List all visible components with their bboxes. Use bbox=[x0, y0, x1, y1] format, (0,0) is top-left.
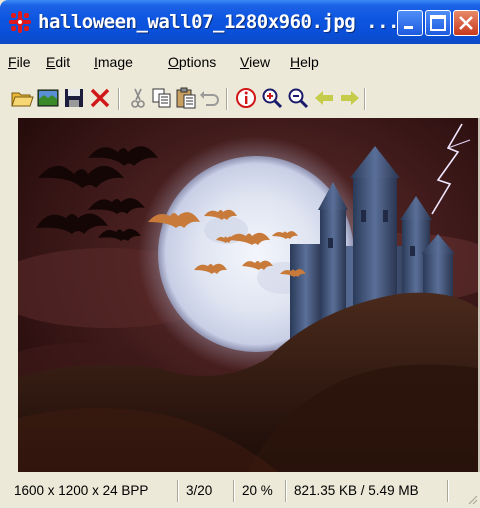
minimize-icon bbox=[404, 26, 413, 29]
zoom-out-icon[interactable] bbox=[286, 86, 310, 110]
previous-icon[interactable] bbox=[312, 86, 336, 110]
paste-icon[interactable] bbox=[174, 86, 198, 110]
status-filesize: 821.35 KB / 5.49 MB bbox=[288, 480, 448, 502]
status-zoom: 20 % bbox=[236, 480, 286, 502]
toolbar-separator bbox=[118, 88, 120, 110]
menu-help[interactable]: Help bbox=[290, 54, 319, 70]
toolbar-separator bbox=[364, 88, 366, 110]
menu-options[interactable]: Options bbox=[168, 54, 216, 70]
title-bar[interactable]: halloween_wall07_1280x960.jpg ... bbox=[0, 0, 480, 44]
status-dimensions: 1600 x 1200 x 24 BPP bbox=[8, 480, 178, 502]
maximize-button[interactable] bbox=[425, 10, 451, 36]
status-index: 3/20 bbox=[180, 480, 234, 502]
thumbnails-icon[interactable] bbox=[36, 86, 60, 110]
zoom-in-icon[interactable] bbox=[260, 86, 284, 110]
menu-bar: File Edit Image Options View Help bbox=[0, 50, 480, 74]
menu-file[interactable]: File bbox=[8, 54, 31, 70]
app-icon bbox=[9, 11, 31, 33]
image-viewport[interactable] bbox=[18, 118, 478, 472]
close-button[interactable] bbox=[453, 10, 479, 36]
cut-icon[interactable] bbox=[126, 86, 150, 110]
delete-icon[interactable] bbox=[88, 86, 112, 110]
minimize-button[interactable] bbox=[397, 10, 423, 36]
app-window: halloween_wall07_1280x960.jpg ... File E… bbox=[0, 0, 480, 508]
toolbar bbox=[0, 80, 480, 116]
menu-view[interactable]: View bbox=[240, 54, 270, 70]
undo-icon[interactable] bbox=[198, 86, 222, 110]
info-icon[interactable] bbox=[234, 86, 258, 110]
copy-icon[interactable] bbox=[150, 86, 174, 110]
close-icon bbox=[459, 16, 473, 30]
save-icon[interactable] bbox=[62, 86, 86, 110]
toolbar-separator bbox=[226, 88, 228, 110]
menu-edit[interactable]: Edit bbox=[46, 54, 70, 70]
next-icon[interactable] bbox=[338, 86, 362, 110]
menu-image[interactable]: Image bbox=[94, 54, 133, 70]
status-bar: 1600 x 1200 x 24 BPP 3/20 20 % 821.35 KB… bbox=[0, 476, 480, 508]
halloween-image bbox=[18, 118, 478, 472]
window-title: halloween_wall07_1280x960.jpg ... bbox=[38, 11, 400, 33]
maximize-icon bbox=[430, 15, 446, 31]
open-folder-icon[interactable] bbox=[10, 86, 34, 110]
resize-grip-icon[interactable] bbox=[466, 493, 478, 505]
